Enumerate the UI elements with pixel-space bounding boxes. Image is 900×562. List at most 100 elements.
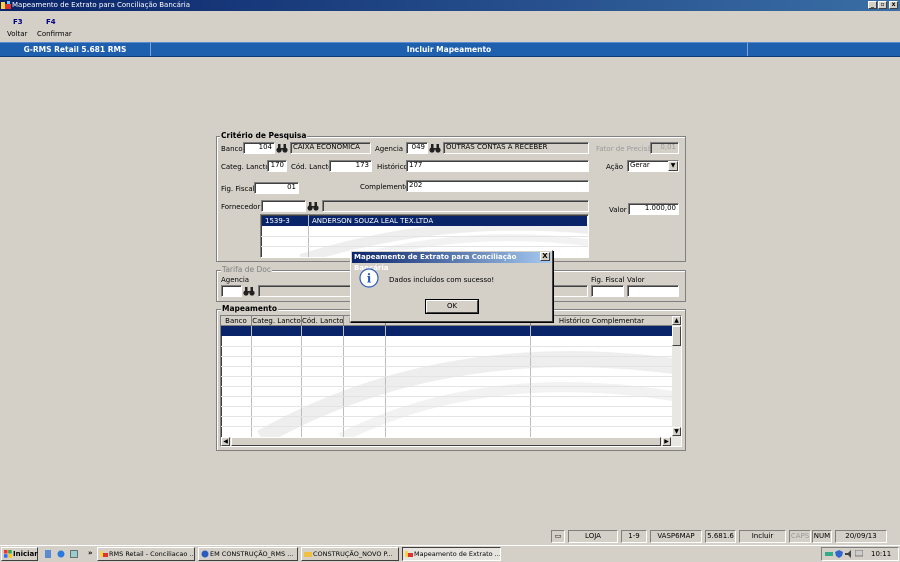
valor-label: Valor — [609, 206, 627, 214]
horizontal-scrollbar[interactable]: ◀ ▶ — [221, 437, 681, 446]
status-loja: LOJA — [568, 530, 618, 543]
scroll-up-icon[interactable]: ▲ — [672, 316, 681, 325]
column-divider — [385, 326, 386, 438]
system-tray: 10:11 — [821, 547, 899, 561]
fornecedor-input[interactable] — [261, 200, 306, 212]
scroll-left-icon[interactable]: ◀ — [221, 437, 230, 446]
document-icon — [201, 550, 209, 558]
restore-icon[interactable]: ▫ — [878, 1, 887, 9]
dialog-title-bar[interactable]: Mapeamento de Extrato para Conciliação B… — [352, 252, 551, 272]
column-divider — [251, 326, 252, 438]
app-version: G-RMS Retail 5.681 RMS — [0, 43, 151, 56]
monitor-icon[interactable] — [855, 550, 863, 558]
status-program: VASP6MAP — [650, 530, 702, 543]
desktop-icon[interactable] — [44, 550, 52, 558]
minimize-icon[interactable]: _ — [868, 1, 877, 9]
tarifa-fig-input[interactable] — [591, 285, 624, 297]
status-num: NUM — [812, 530, 832, 543]
banco-name-field: CAIXA ECONOMICA — [290, 142, 371, 154]
start-label: Iniciar — [13, 550, 38, 558]
header-bar: G-RMS Retail 5.681 RMS Incluir Mapeament… — [0, 42, 900, 57]
row-divider — [261, 246, 588, 247]
folder-icon — [304, 552, 312, 557]
fator-label: Fator de Precisão — [596, 145, 656, 153]
app-icon — [100, 551, 108, 557]
status-range: 1-9 — [621, 530, 647, 543]
dialog-message: Dados incluídos com sucesso! — [389, 276, 495, 284]
historico-label: Histórico — [377, 163, 408, 171]
close-icon[interactable]: X — [540, 252, 550, 261]
window-icon[interactable] — [70, 550, 78, 558]
chevron-down-icon[interactable]: ▼ — [668, 161, 678, 171]
speaker-icon[interactable] — [845, 550, 853, 558]
confirm-key: F4 — [46, 18, 56, 26]
task-mapeamento[interactable]: Mapeamento de Extrato ... — [402, 547, 501, 561]
mapeamento-grid[interactable]: Banco Categ. Lancto Cód. Lancto Históric… — [220, 315, 682, 447]
close-icon[interactable]: x — [889, 1, 898, 9]
fornecedor-label: Fornecedor — [221, 203, 261, 211]
agencia-input[interactable]: 049 — [406, 142, 428, 154]
categ-input[interactable]: 170 — [267, 160, 287, 172]
row-divider — [221, 386, 673, 387]
column-divider — [530, 326, 531, 438]
row-divider — [261, 236, 588, 237]
supplier-code: 1539-3 — [265, 217, 290, 225]
start-button[interactable]: Iniciar — [1, 547, 38, 561]
column-divider — [343, 326, 344, 438]
window-title-bar[interactable]: Mapeamento de Extrato para Conciliação B… — [0, 0, 900, 11]
scroll-right-icon[interactable]: ▶ — [662, 437, 671, 446]
row-divider — [221, 356, 673, 357]
tarifa-valor-label: Valor — [627, 276, 645, 284]
app-icon — [405, 551, 413, 557]
column-header-categ[interactable]: Categ. Lancto — [252, 316, 302, 326]
network-icon[interactable] — [825, 550, 833, 558]
row-divider — [221, 406, 673, 407]
binoculars-icon[interactable] — [307, 201, 319, 212]
fornecedor-name-field — [322, 200, 589, 212]
banco-input[interactable]: 104 — [243, 142, 275, 154]
row-divider — [221, 426, 673, 427]
shield-icon[interactable] — [835, 550, 843, 558]
ok-button[interactable]: OK — [426, 300, 478, 313]
column-header-cod[interactable]: Cód. Lancto — [302, 316, 344, 326]
status-version: 5.681.6 — [705, 530, 736, 543]
categ-label: Categ. Lancto — [221, 163, 270, 171]
browser-icon[interactable] — [57, 550, 65, 558]
agencia-label: Agencia — [375, 145, 404, 153]
taskbar-chevron[interactable]: » — [88, 549, 93, 557]
binoculars-icon[interactable] — [276, 143, 288, 154]
column-header-banco[interactable]: Banco — [221, 316, 252, 326]
vertical-scrollbar[interactable]: ▲ ▼ — [672, 316, 681, 437]
task-label: Mapeamento de Extrato ... — [414, 550, 501, 558]
list-item[interactable]: 1539-3 ANDERSON SOUZA LEAL TEX.LTDA — [262, 216, 587, 226]
status-bar: ▭ LOJA 1-9 VASP6MAP 5.681.6 Incluir CAPS… — [0, 529, 900, 545]
tarifa-agencia-input[interactable] — [221, 285, 242, 297]
tarifa-agencia-label: Agencia — [221, 276, 250, 284]
info-glyph: i — [367, 272, 372, 286]
complemento-input[interactable]: 202 — [406, 180, 589, 192]
historico-input[interactable]: 177 — [406, 160, 589, 172]
task-rms-conciliacao[interactable]: RMS Retail - Conciliacao ... — [97, 547, 195, 561]
table-row[interactable] — [221, 326, 673, 336]
row-divider — [221, 346, 673, 347]
tarifa-group-label: Tarifa de Doc — [221, 265, 272, 274]
window-title: Mapeamento de Extrato para Conciliação B… — [12, 1, 191, 9]
scroll-down-icon[interactable]: ▼ — [672, 427, 681, 436]
task-em-construcao[interactable]: EM CONSTRUÇÃO_RMS ... — [198, 547, 298, 561]
confirm-label: Confirmar — [37, 30, 72, 38]
row-divider — [221, 366, 673, 367]
criteria-group-label: Critério de Pesquisa — [220, 131, 308, 140]
clock: 10:11 — [871, 550, 892, 558]
scroll-thumb[interactable] — [672, 326, 681, 346]
task-construcao-novo[interactable]: CONSTRUÇÃO_NOVO P... — [301, 547, 399, 561]
acao-select[interactable]: Gerar ▼ — [627, 160, 679, 172]
binoculars-icon[interactable] — [429, 143, 441, 154]
tarifa-valor-input[interactable] — [627, 285, 679, 297]
back-label: Voltar — [7, 30, 28, 38]
valor-input[interactable]: 1.000,00 — [628, 203, 679, 215]
cod-input[interactable]: 173 — [329, 160, 372, 172]
binoculars-icon[interactable] — [243, 286, 255, 297]
scroll-thumb[interactable] — [231, 437, 661, 446]
task-label: EM CONSTRUÇÃO_RMS ... — [210, 550, 294, 558]
fig-input[interactable]: 01 — [254, 182, 299, 194]
